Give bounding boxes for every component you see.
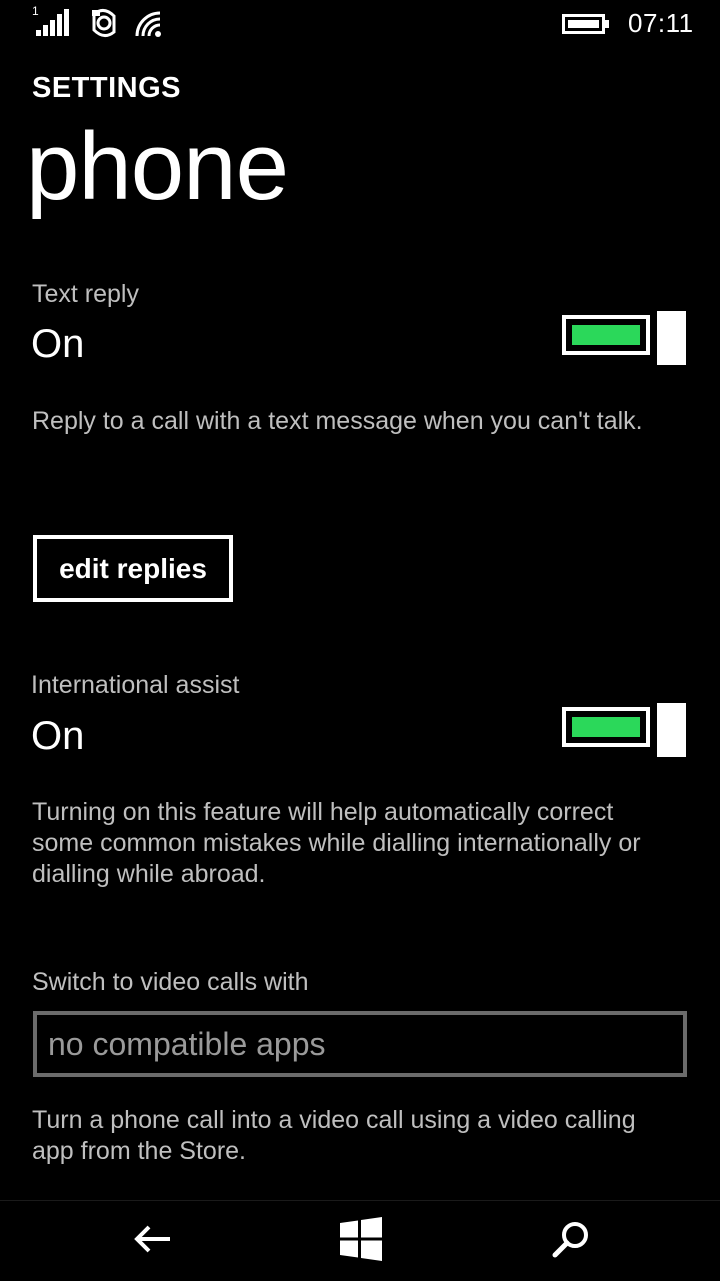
toggle-track [562,315,650,355]
signal-icon [36,9,69,36]
toggle-knob[interactable] [657,311,686,365]
international-assist-label: International assist [31,671,240,699]
video-calls-select[interactable]: no compatible apps [33,1011,687,1077]
settings-section-title: SETTINGS [32,72,182,104]
status-time: 07:11 [628,8,694,38]
international-assist-description: Turning on this feature will help automa… [32,798,641,888]
toggle-fill [572,717,640,737]
toggle-track [562,707,650,747]
text-reply-state[interactable]: On [31,322,84,367]
status-bar: 1 07:11 [0,0,720,48]
page-title: phone [26,113,289,220]
text-reply-toggle[interactable] [562,311,686,365]
search-icon[interactable] [550,1218,592,1260]
data-sync-icon [92,9,116,37]
back-arrow-icon[interactable] [132,1218,174,1260]
toggle-fill [572,325,640,345]
international-assist-state[interactable]: On [31,714,84,759]
text-reply-description: Reply to a call with a text message when… [32,407,643,435]
international-assist-toggle[interactable] [562,703,686,757]
text-reply-label: Text reply [32,280,139,308]
windows-start-icon[interactable] [338,1216,384,1262]
edit-replies-button[interactable]: edit replies [33,535,233,602]
video-calls-description: Turn a phone call into a video call usin… [32,1106,636,1165]
battery-icon [562,14,609,34]
video-calls-label: Switch to video calls with [32,968,309,996]
wifi-icon [135,11,161,37]
toggle-knob[interactable] [657,703,686,757]
